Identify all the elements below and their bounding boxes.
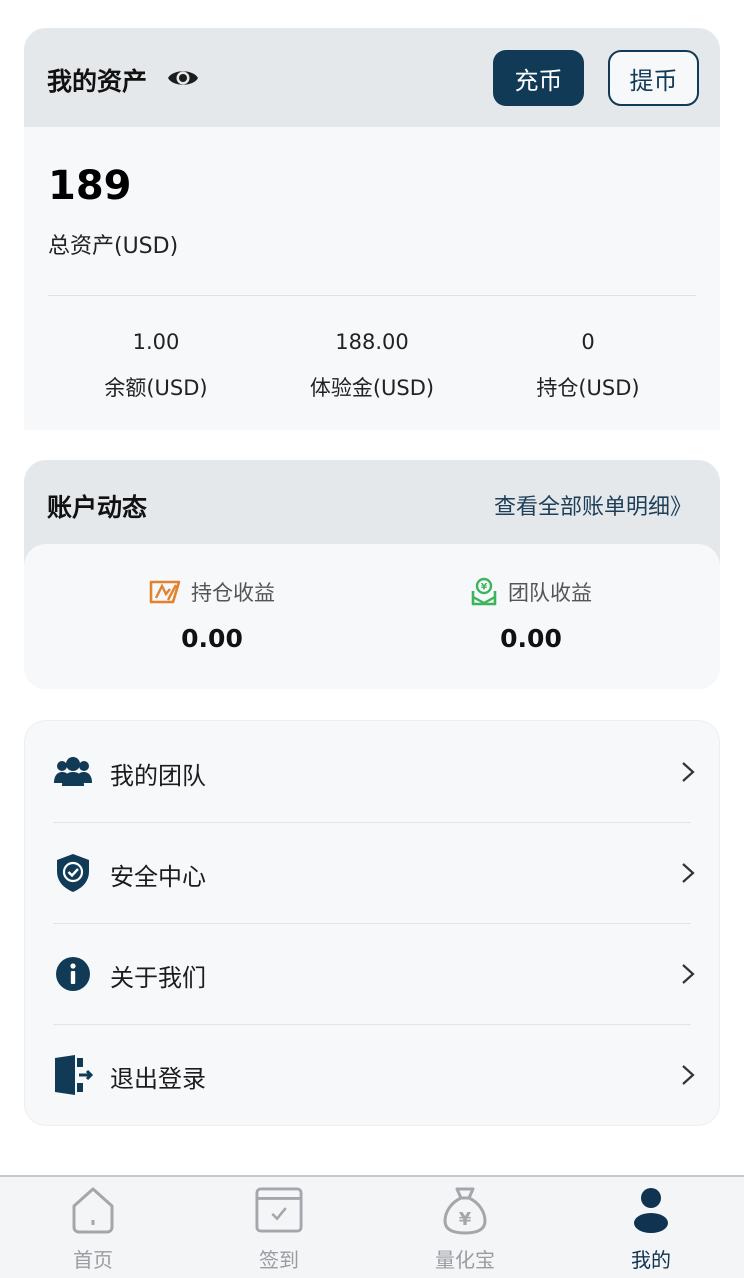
menu-item-security[interactable]: 安全中心 xyxy=(25,822,719,923)
total-assets-label: 总资产(USD) xyxy=(48,234,179,259)
trial-fund-stat: 188.00 体验金(USD) xyxy=(262,330,482,402)
balance-value: 1.00 xyxy=(132,330,180,354)
assets-card: 我的资产 充币 提币 189 总资产(USD) 1.00 余额(USD) 188… xyxy=(24,28,720,430)
trial-fund-value: 188.00 xyxy=(335,330,409,354)
deposit-button[interactable]: 充币 xyxy=(493,50,584,106)
menu-item-logout[interactable]: 退出登录 xyxy=(25,1024,719,1125)
check-in-icon xyxy=(255,1185,303,1235)
bottom-tab-bar: 首页 签到 ¥ 量化宝 我的 xyxy=(0,1175,744,1278)
trial-fund-label: 体验金(USD) xyxy=(309,376,435,400)
menu-item-my-team[interactable]: 我的团队 xyxy=(25,721,719,822)
account-activity-card: 账户动态 查看全部账单明细》 持仓收益 0.00 ¥ 团队收益 0.00 xyxy=(24,460,720,689)
position-stat: 0 持仓(USD) xyxy=(478,330,698,402)
position-value: 0 xyxy=(581,330,595,354)
balance-stat: 1.00 余额(USD) xyxy=(46,330,266,402)
assets-header: 我的资产 充币 提币 xyxy=(24,28,720,127)
team-earnings-value: 0.00 xyxy=(500,624,562,653)
tab-label-check-in: 签到 xyxy=(259,1248,299,1272)
tab-home[interactable]: 首页 xyxy=(0,1177,186,1278)
position-earnings-icon xyxy=(149,580,181,604)
position-earnings: 持仓收益 0.00 xyxy=(62,576,362,653)
svg-text:¥: ¥ xyxy=(459,1209,472,1230)
money-bag-icon: ¥ xyxy=(441,1185,489,1235)
shield-icon xyxy=(53,853,93,893)
tab-label-home: 首页 xyxy=(73,1248,113,1272)
divider xyxy=(48,295,696,296)
chevron-right-icon xyxy=(682,1065,695,1085)
position-label: 持仓(USD) xyxy=(536,376,640,400)
tab-mine[interactable]: 我的 xyxy=(558,1177,744,1278)
team-earnings-label: 团队收益 xyxy=(508,581,592,605)
team-icon xyxy=(53,752,93,792)
activity-body: 持仓收益 0.00 ¥ 团队收益 0.00 xyxy=(24,544,720,689)
menu-label-about: 关于我们 xyxy=(110,964,206,992)
user-icon xyxy=(627,1185,675,1235)
menu-label-logout: 退出登录 xyxy=(110,1065,206,1093)
logout-icon xyxy=(53,1055,93,1095)
menu-label-security: 安全中心 xyxy=(110,863,206,891)
home-icon xyxy=(69,1185,117,1235)
tab-check-in[interactable]: 签到 xyxy=(186,1177,372,1278)
svg-text:¥: ¥ xyxy=(481,583,488,593)
menu-card: 我的团队 安全中心 关于我们 退出登录 xyxy=(24,720,720,1126)
position-earnings-value: 0.00 xyxy=(181,624,243,653)
total-assets-value: 189 xyxy=(48,163,132,209)
tab-label-mine: 我的 xyxy=(631,1248,671,1272)
menu-item-about[interactable]: 关于我们 xyxy=(25,923,719,1024)
menu-label-my-team: 我的团队 xyxy=(110,762,206,790)
balance-label: 余额(USD) xyxy=(104,376,208,400)
chevron-right-icon xyxy=(682,964,695,984)
team-earnings: ¥ 团队收益 0.00 xyxy=(381,576,681,653)
tab-quant[interactable]: ¥ 量化宝 xyxy=(372,1177,558,1278)
position-earnings-label: 持仓收益 xyxy=(191,581,275,605)
assets-title: 我的资产 xyxy=(47,67,148,96)
view-all-bills-link[interactable]: 查看全部账单明细》 xyxy=(494,489,692,521)
profile-page: 我的资产 充币 提币 189 总资产(USD) 1.00 余额(USD) 188… xyxy=(0,0,744,1278)
chevron-right-icon xyxy=(682,863,695,883)
eye-icon[interactable] xyxy=(167,66,199,90)
team-earnings-icon: ¥ xyxy=(471,577,497,606)
activity-title: 账户动态 xyxy=(47,493,148,522)
tab-label-quant: 量化宝 xyxy=(435,1248,495,1272)
chevron-right-icon xyxy=(682,762,695,782)
info-icon xyxy=(53,954,93,994)
withdraw-button[interactable]: 提币 xyxy=(608,50,699,106)
